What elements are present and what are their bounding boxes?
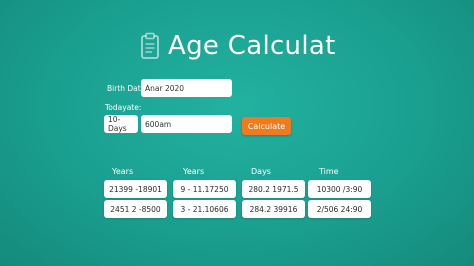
result-cell: 280.2 1971.5	[242, 180, 305, 198]
result-cell: 2/506 24:90	[308, 200, 371, 218]
time-input[interactable]: 600am	[141, 115, 232, 133]
todayate-label: Todayate:	[105, 103, 142, 112]
years-header-2: Years	[183, 167, 205, 176]
clipboard-icon	[141, 32, 159, 59]
days-header: Days	[251, 167, 271, 176]
result-cell: 3 - 21.10606	[173, 200, 236, 218]
title-row: Age Calculat	[140, 28, 336, 64]
result-cell: 284.2 39916	[242, 200, 305, 218]
calculate-button[interactable]: Calculate	[242, 117, 291, 135]
result-cell: 9 - 11.17250	[173, 180, 236, 198]
page-title: Age Calculat	[168, 31, 336, 61]
result-cell: 21399 -18901	[104, 180, 167, 198]
birth-date-input[interactable]: Anar 2020	[141, 79, 232, 97]
days-input[interactable]: 10- Days	[104, 115, 138, 133]
time-header: Time	[319, 167, 339, 176]
result-cell: 2451 2 -8500	[104, 200, 167, 218]
years-header: Years	[112, 167, 134, 176]
result-cell: 10300 /3:90	[308, 180, 371, 198]
